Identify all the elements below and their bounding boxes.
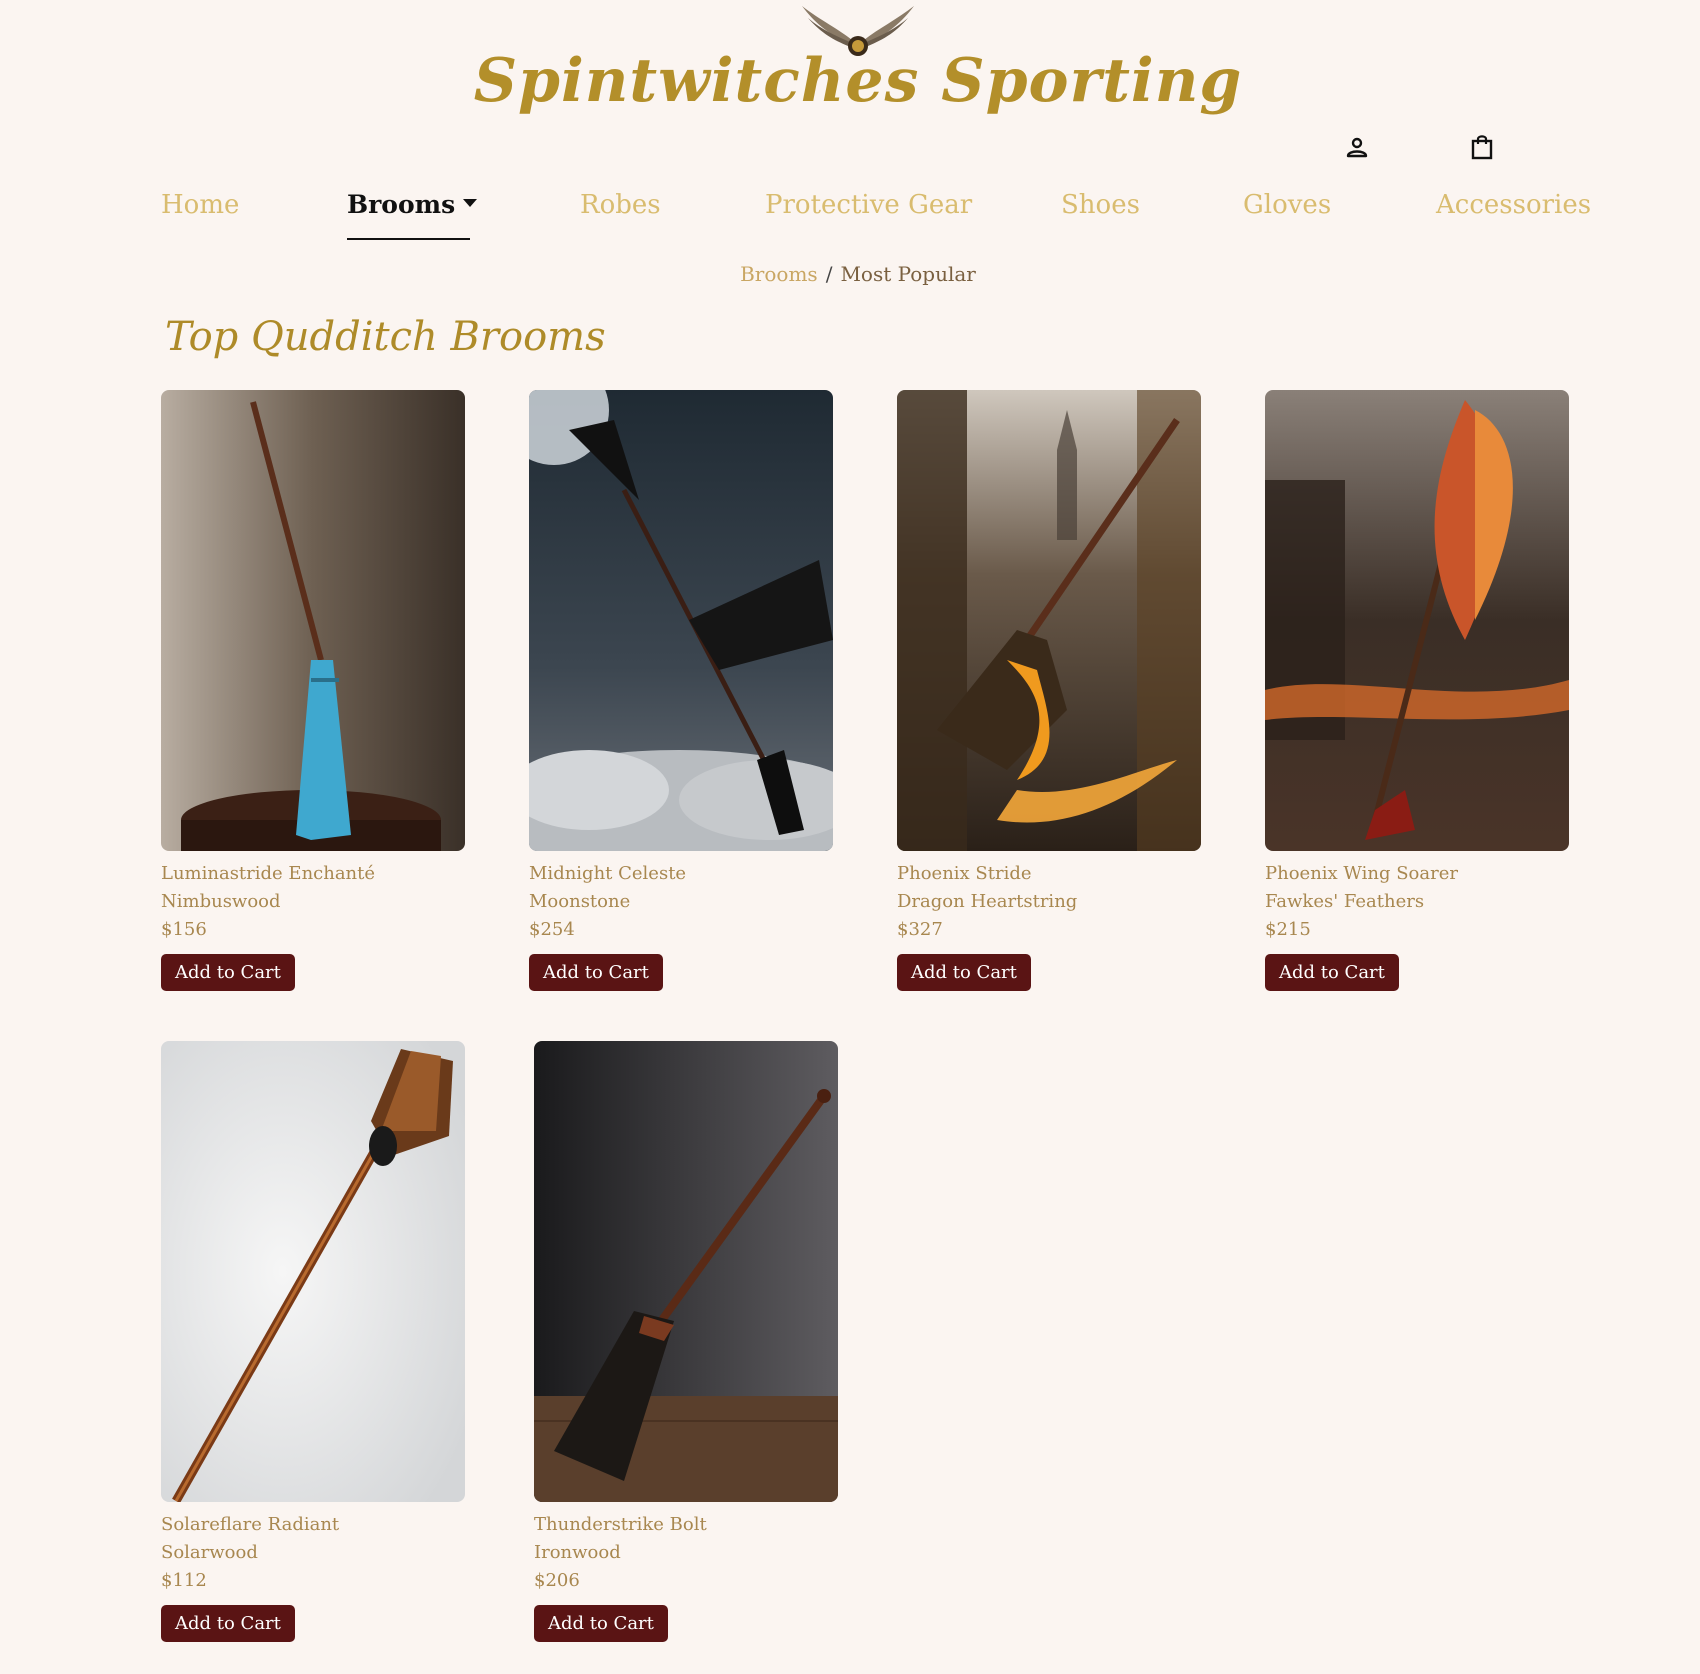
nav-active-underline [347, 238, 470, 240]
caret-down-icon [463, 199, 478, 207]
page-title: Top Qudditch Brooms [165, 314, 606, 360]
product-price: $254 [529, 919, 575, 940]
product-price: $206 [534, 1570, 580, 1591]
shopping-bag-icon [1471, 135, 1493, 160]
product-price: $156 [161, 919, 207, 940]
add-to-cart-button[interactable]: Add to Cart [161, 954, 295, 991]
nav-shoes[interactable]: Shoes [1061, 190, 1140, 220]
nav-home[interactable]: Home [161, 190, 239, 220]
product-card: Thunderstrike Bolt Ironwood $206 Add to … [534, 1041, 854, 1642]
product-image[interactable] [161, 1041, 465, 1502]
account-button[interactable] [1343, 133, 1371, 161]
nav-accessories[interactable]: Accessories [1436, 190, 1591, 220]
product-material: Nimbuswood [161, 891, 281, 912]
product-card: Phoenix Wing Soarer Fawkes' Feathers $21… [1265, 390, 1585, 991]
product-name[interactable]: Thunderstrike Bolt [534, 1511, 854, 1539]
nav-protective-gear[interactable]: Protective Gear [765, 190, 972, 220]
nav-robes[interactable]: Robes [580, 190, 661, 220]
product-image[interactable] [529, 390, 833, 851]
add-to-cart-button[interactable]: Add to Cart [529, 954, 663, 991]
product-image[interactable] [161, 390, 465, 851]
nav-brooms[interactable]: Brooms [347, 190, 478, 219]
product-card: Phoenix Stride Dragon Heartstring $327 A… [897, 390, 1217, 991]
product-name[interactable]: Phoenix Stride [897, 860, 1217, 888]
cart-button[interactable] [1468, 133, 1496, 161]
add-to-cart-button[interactable]: Add to Cart [1265, 954, 1399, 991]
product-material: Solarwood [161, 1542, 258, 1563]
product-name[interactable]: Phoenix Wing Soarer [1265, 860, 1585, 888]
nav-brooms-label: Brooms [347, 190, 456, 219]
product-material: Ironwood [534, 1542, 621, 1563]
product-material: Moonstone [529, 891, 631, 912]
product-name[interactable]: Midnight Celeste [529, 860, 849, 888]
user-icon [1346, 137, 1368, 158]
product-card: Luminastride Enchanté Nimbuswood $156 Ad… [161, 390, 481, 991]
product-price: $327 [897, 919, 943, 940]
breadcrumb-separator: / [825, 262, 833, 286]
product-card: Solareflare Radiant Solarwood $112 Add t… [161, 1041, 481, 1642]
product-name[interactable]: Luminastride Enchanté [161, 860, 481, 888]
product-image[interactable] [1265, 390, 1569, 851]
brand-title[interactable]: Spintwitches Sporting [0, 46, 1700, 116]
product-material: Dragon Heartstring [897, 891, 1078, 912]
add-to-cart-button[interactable]: Add to Cart [534, 1605, 668, 1642]
nav-gloves[interactable]: Gloves [1243, 190, 1331, 220]
add-to-cart-button[interactable]: Add to Cart [161, 1605, 295, 1642]
breadcrumb-brooms[interactable]: Brooms [740, 262, 818, 286]
product-card: Midnight Celeste Moonstone $254 Add to C… [529, 390, 849, 991]
breadcrumb-current: Most Popular [840, 262, 976, 286]
main-nav: Home Brooms Robes Protective Gear Shoes … [0, 190, 1700, 240]
product-image[interactable] [897, 390, 1201, 851]
add-to-cart-button[interactable]: Add to Cart [897, 954, 1031, 991]
product-price: $215 [1265, 919, 1311, 940]
breadcrumb: Brooms / Most Popular [0, 262, 1700, 286]
product-price: $112 [161, 1570, 207, 1591]
product-name[interactable]: Solareflare Radiant [161, 1511, 481, 1539]
product-material: Fawkes' Feathers [1265, 891, 1425, 912]
product-image[interactable] [534, 1041, 838, 1502]
